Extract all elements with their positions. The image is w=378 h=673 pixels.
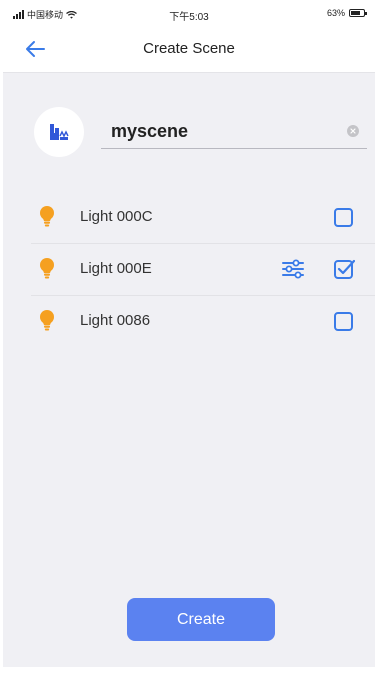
page-title: Create Scene — [143, 40, 235, 57]
app-screen: 中国移动 下午5:03 63% Create Scene myscene Lig… — [3, 3, 375, 667]
checkbox-unchecked-icon[interactable] — [333, 206, 355, 228]
checkbox-unchecked-icon[interactable] — [333, 310, 355, 332]
status-bar: 中国移动 下午5:03 63% — [3, 3, 375, 25]
checkbox-checked-icon[interactable] — [333, 258, 355, 280]
nav-bar: Create Scene — [3, 25, 375, 73]
battery-icon — [349, 9, 367, 17]
scene-icon — [50, 124, 69, 140]
clear-button[interactable] — [347, 125, 359, 137]
bulb-icon — [40, 206, 54, 227]
sliders-icon[interactable] — [281, 258, 305, 280]
status-time: 下午5:03 — [169, 12, 209, 23]
create-button[interactable]: Create — [127, 598, 275, 641]
scene-avatar[interactable] — [34, 107, 84, 157]
light-label: Light 0086 — [80, 312, 151, 329]
bulb-icon — [40, 310, 54, 331]
bulb-icon — [40, 258, 54, 279]
light-row[interactable]: Light 000E — [3, 243, 375, 295]
scene-name-field — [101, 115, 367, 149]
scene-name-input[interactable] — [111, 119, 331, 143]
light-label: Light 000C — [80, 208, 153, 225]
light-row[interactable]: Light 0086 — [3, 295, 375, 347]
light-label: Light 000E — [80, 260, 152, 277]
light-row[interactable]: Light 000C — [3, 191, 375, 243]
battery-percent: 63% — [326, 8, 345, 18]
status-right: 63% — [326, 8, 367, 18]
light-list: Light 000C Light 000E Light 0086 — [3, 191, 375, 347]
clear-icon — [350, 128, 356, 134]
